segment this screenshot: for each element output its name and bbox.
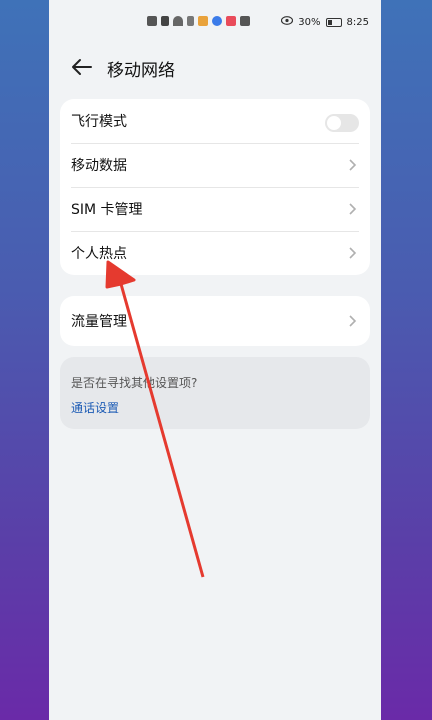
phone-screen: 30% 8:25 移动网络 飞行模式 移动数据 SIM 卡管理 个人热点 流量管… bbox=[49, 0, 381, 720]
clock: 8:25 bbox=[346, 16, 369, 28]
data-usage-row[interactable]: 流量管理 bbox=[60, 296, 370, 346]
chevron-right-icon bbox=[349, 315, 357, 327]
mobile-data-row[interactable]: 移动数据 bbox=[60, 143, 370, 187]
personal-hotspot-row[interactable]: 个人热点 bbox=[60, 231, 370, 275]
chevron-right-icon bbox=[349, 203, 357, 215]
sim-management-label: SIM 卡管理 bbox=[71, 202, 143, 218]
hd-icon bbox=[147, 16, 157, 26]
signal-icon bbox=[161, 16, 169, 26]
airplane-mode-row[interactable]: 飞行模式 bbox=[60, 99, 370, 143]
status-right: 30% 8:25 bbox=[281, 16, 369, 28]
status-icons bbox=[147, 16, 250, 26]
chevron-right-icon bbox=[349, 247, 357, 259]
battery-percent: 30% bbox=[298, 16, 321, 28]
battery-icon bbox=[325, 17, 342, 27]
chevron-right-icon bbox=[349, 159, 357, 171]
settings-suggestion: 是否在寻找其他设置项? 通话设置 bbox=[60, 357, 370, 429]
data-usage-card: 流量管理 bbox=[60, 296, 370, 346]
app-icon-2 bbox=[212, 16, 222, 26]
hourglass-icon bbox=[187, 16, 194, 26]
back-arrow-icon bbox=[72, 59, 92, 75]
call-settings-link[interactable]: 通话设置 bbox=[71, 399, 119, 416]
app-icon-4 bbox=[240, 16, 250, 26]
back-button[interactable] bbox=[69, 54, 95, 80]
page-title: 移动网络 bbox=[107, 61, 175, 81]
personal-hotspot-label: 个人热点 bbox=[71, 246, 127, 262]
header: 移动网络 bbox=[49, 50, 381, 84]
suggestion-question: 是否在寻找其他设置项? bbox=[71, 376, 198, 390]
toggle-knob bbox=[327, 116, 341, 130]
airplane-mode-toggle[interactable] bbox=[325, 114, 359, 132]
app-icon-3 bbox=[226, 16, 236, 26]
network-settings-card: 飞行模式 移动数据 SIM 卡管理 个人热点 bbox=[60, 99, 370, 275]
data-usage-label: 流量管理 bbox=[71, 314, 127, 330]
airplane-mode-label: 飞行模式 bbox=[71, 114, 127, 130]
eye-icon bbox=[281, 16, 294, 28]
status-bar: 30% 8:25 bbox=[49, 0, 381, 44]
wifi-icon bbox=[173, 16, 183, 26]
app-icon-1 bbox=[198, 16, 208, 26]
sim-management-row[interactable]: SIM 卡管理 bbox=[60, 187, 370, 231]
mobile-data-label: 移动数据 bbox=[71, 158, 127, 174]
